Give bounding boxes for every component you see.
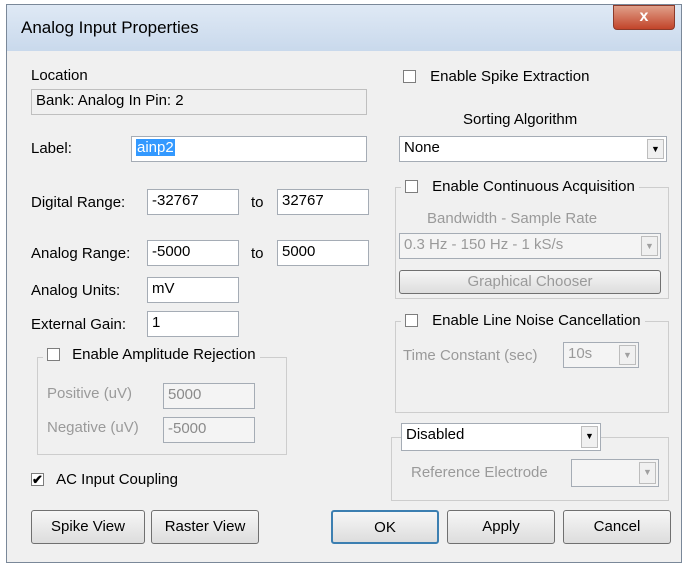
dialog-window: Analog Input Properties x Location Bank:… [6,4,682,563]
label-input-value: ainp2 [136,139,175,156]
positive-threshold-label: Positive (uV) [47,385,133,402]
bandwidth-select[interactable]: 0.3 Hz - 150 Hz - 1 kS/s ▼ [399,233,661,259]
title-bar[interactable]: Analog Input Properties x [7,5,681,51]
continuous-acquisition-label: Enable Continuous Acquisition [432,177,635,195]
ac-coupling-toggle[interactable]: ✔ AC Input Coupling [31,470,178,488]
continuous-acquisition-toggle[interactable]: Enable Continuous Acquisition [401,177,639,199]
close-button[interactable]: x [613,5,675,30]
line-noise-checkbox[interactable] [405,313,418,327]
cancel-button[interactable]: Cancel [563,510,671,544]
apply-button[interactable]: Apply [447,510,555,544]
ok-button[interactable]: OK [331,510,439,544]
bandwidth-label: Bandwidth - Sample Rate [427,210,598,227]
spike-extraction-toggle[interactable]: Enable Spike Extraction [403,67,589,85]
sorting-algorithm-label: Sorting Algorithm [463,111,578,128]
digital-range-to-label: to [251,194,264,211]
reference-electrode-select[interactable]: ▼ [571,459,659,487]
sorting-algorithm-value: None [404,139,440,156]
external-gain-label: External Gain: [31,316,127,333]
raster-view-button[interactable]: Raster View [151,510,259,544]
ac-coupling-label: AC Input Coupling [56,470,178,488]
analog-units-input[interactable]: mV [147,277,239,303]
line-noise-label: Enable Line Noise Cancellation [432,311,641,329]
amplitude-rejection-checkbox[interactable] [47,347,60,361]
negative-threshold-input[interactable]: -5000 [163,417,255,443]
window-title: Analog Input Properties [21,18,199,37]
analog-range-max-input[interactable]: 5000 [277,240,369,266]
location-label: Location [31,67,88,84]
analog-units-label: Analog Units: [31,282,121,299]
amplitude-rejection-toggle[interactable]: Enable Amplitude Rejection [43,345,260,367]
checkmark-icon: ✔ [32,471,43,487]
spike-extraction-label: Enable Spike Extraction [430,67,590,85]
line-noise-toggle[interactable]: Enable Line Noise Cancellation [401,311,645,333]
spike-view-button[interactable]: Spike View [31,510,145,544]
time-constant-label: Time Constant (sec) [403,347,538,364]
reference-mode-value: Disabled [406,426,465,443]
ac-coupling-checkbox[interactable]: ✔ [31,471,44,487]
chevron-down-icon[interactable]: ▼ [581,426,598,448]
reference-mode-select[interactable]: Disabled ▼ [401,423,601,451]
time-constant-select[interactable]: 10s ▼ [563,342,639,368]
reference-electrode-label: Reference Electrode [411,464,548,481]
positive-threshold-input[interactable]: 5000 [163,383,255,409]
external-gain-input[interactable]: 1 [147,311,239,337]
analog-range-to-label: to [251,245,264,262]
chevron-down-icon[interactable]: ▼ [647,139,664,159]
digital-range-label: Digital Range: [31,194,126,211]
chevron-down-icon[interactable]: ▼ [619,345,636,365]
location-field: Bank: Analog In Pin: 2 [31,89,367,115]
time-constant-value: 10s [568,345,593,362]
analog-range-min-input[interactable]: -5000 [147,240,239,266]
spike-extraction-checkbox[interactable] [403,69,416,83]
chevron-down-icon[interactable]: ▼ [639,462,656,484]
amplitude-rejection-label: Enable Amplitude Rejection [72,345,256,363]
label-label: Label: [31,140,72,157]
bandwidth-value: 0.3 Hz - 150 Hz - 1 kS/s [404,236,564,253]
digital-range-max-input[interactable]: 32767 [277,189,369,215]
digital-range-min-input[interactable]: -32767 [147,189,239,215]
negative-threshold-label: Negative (uV) [47,419,139,436]
sorting-algorithm-select[interactable]: None ▼ [399,136,667,162]
chevron-down-icon[interactable]: ▼ [641,236,658,256]
analog-range-label: Analog Range: [31,245,131,262]
close-icon: x [639,8,649,25]
continuous-acquisition-checkbox[interactable] [405,179,418,193]
label-input[interactable]: ainp2 [131,136,367,162]
graphical-chooser-button[interactable]: Graphical Chooser [399,270,661,294]
